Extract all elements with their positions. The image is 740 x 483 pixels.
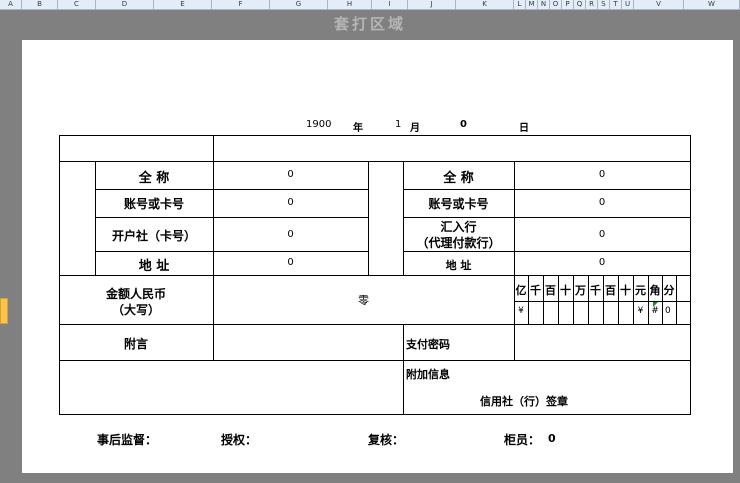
payer-name-value[interactable]: 0 bbox=[213, 169, 368, 180]
payment-password-label: 支付密码 bbox=[406, 338, 450, 351]
column-header[interactable]: R bbox=[586, 0, 598, 9]
column-header[interactable]: U bbox=[622, 0, 634, 9]
grid-line bbox=[95, 189, 368, 190]
column-header[interactable]: M bbox=[526, 0, 538, 9]
footer-authorize: 授权： bbox=[221, 433, 258, 447]
payee-bank-value[interactable]: 0 bbox=[514, 229, 690, 240]
amount-unit: 百 bbox=[605, 284, 616, 297]
grid-line bbox=[95, 251, 368, 252]
amount-unit: 分 bbox=[663, 284, 675, 297]
column-header[interactable]: V bbox=[634, 0, 684, 9]
grid-line bbox=[59, 161, 691, 162]
column-header[interactable]: E bbox=[154, 0, 212, 9]
payee-address-value[interactable]: 0 bbox=[514, 257, 690, 268]
amount-unit: 千 bbox=[530, 284, 541, 297]
date-year-label: 年 bbox=[353, 123, 363, 134]
column-header[interactable]: I bbox=[372, 0, 408, 9]
amount-in-words[interactable]: 零 bbox=[213, 292, 514, 308]
column-header[interactable]: N bbox=[538, 0, 550, 9]
amount-digit[interactable]: # bbox=[648, 306, 662, 316]
column-header[interactable]: D bbox=[96, 0, 154, 9]
payee-bank-label: 汇入行 bbox=[440, 220, 477, 234]
payer-bank-label: 开户社（卡号） bbox=[111, 229, 196, 243]
spreadsheet-window: A B C D E F G H I J K L M N O P Q R S T … bbox=[0, 0, 740, 483]
grid-line bbox=[59, 360, 691, 361]
amount-unit: 百 bbox=[545, 284, 556, 297]
amount-label: 金额人民币 bbox=[105, 287, 166, 301]
amount-unit: 千 bbox=[590, 284, 601, 297]
payer-bank-value[interactable]: 0 bbox=[213, 229, 368, 240]
column-header[interactable]: O bbox=[550, 0, 562, 9]
amount-unit: 十 bbox=[560, 284, 571, 297]
grid-line bbox=[676, 275, 677, 325]
grid-line bbox=[403, 324, 404, 415]
payer-name-label: 全 称 bbox=[138, 171, 170, 186]
footer-supervision: 事后监督： bbox=[97, 433, 158, 447]
amount-label-sub: （大写） bbox=[111, 303, 160, 317]
date-month-label: 月 bbox=[410, 123, 420, 134]
grid-line bbox=[514, 324, 515, 361]
amount-unit: 元 bbox=[635, 284, 646, 297]
form-border-bottom bbox=[59, 414, 691, 415]
form-border-top bbox=[59, 135, 691, 136]
payee-account-value[interactable]: 0 bbox=[514, 197, 690, 208]
grid-line bbox=[59, 275, 691, 276]
amount-unit: 亿 bbox=[515, 284, 527, 297]
payee-bank-label-sub: （代理付款行） bbox=[416, 236, 501, 250]
payee-account-label: 账号或卡号 bbox=[428, 197, 489, 211]
seal-label: 信用社（行）签章 bbox=[480, 395, 568, 408]
grid-line bbox=[95, 217, 368, 218]
additional-info-label: 附加信息 bbox=[406, 368, 450, 381]
remarks-label: 附言 bbox=[123, 337, 148, 351]
column-header[interactable]: T bbox=[610, 0, 622, 9]
grid-line bbox=[403, 189, 691, 190]
column-header[interactable]: Q bbox=[574, 0, 586, 9]
footer-review: 复核： bbox=[368, 433, 405, 447]
column-header[interactable]: P bbox=[562, 0, 574, 9]
amount-unit: 十 bbox=[620, 284, 631, 297]
date-day-label: 日 bbox=[519, 123, 529, 134]
payer-account-label: 账号或卡号 bbox=[123, 197, 184, 211]
footer-teller-value: 0 bbox=[548, 432, 556, 445]
amount-digit[interactable]: ¥ bbox=[514, 306, 528, 316]
payee-address-label: 地 址 bbox=[445, 259, 472, 272]
column-header[interactable]: K bbox=[456, 0, 514, 9]
print-area-watermark: 套打区域 bbox=[333, 15, 406, 33]
date-year: 1900 bbox=[306, 119, 332, 130]
grid-line bbox=[368, 161, 369, 276]
column-header[interactable]: F bbox=[212, 0, 270, 9]
remittance-form-page: 1900 年 1 月 0 日 全 称 0 账号或卡号 0 开户社（卡号） 0 地… bbox=[22, 40, 733, 473]
column-header[interactable]: S bbox=[598, 0, 610, 9]
grid-line bbox=[59, 324, 691, 325]
date-day: 0 bbox=[460, 119, 467, 130]
amount-unit: 万 bbox=[575, 284, 586, 297]
amount-digit[interactable]: 0 bbox=[665, 306, 691, 316]
grid-line bbox=[213, 135, 214, 162]
payer-account-value[interactable]: 0 bbox=[213, 197, 368, 208]
column-header[interactable]: A bbox=[0, 0, 22, 9]
payee-name-value[interactable]: 0 bbox=[514, 169, 690, 180]
column-header[interactable]: L bbox=[514, 0, 526, 9]
column-header[interactable]: B bbox=[22, 0, 58, 9]
grid-line bbox=[213, 275, 214, 361]
column-header[interactable]: G bbox=[270, 0, 328, 9]
column-header[interactable]: C bbox=[58, 0, 96, 9]
payee-name-label: 全 称 bbox=[443, 171, 474, 186]
column-header[interactable]: H bbox=[328, 0, 372, 9]
column-header[interactable]: J bbox=[408, 0, 456, 9]
amount-digit[interactable]: ¥ bbox=[633, 306, 648, 316]
grid-line bbox=[403, 251, 691, 252]
payer-address-label: 地 址 bbox=[138, 259, 170, 274]
amount-unit: 角 bbox=[649, 284, 661, 297]
date-month: 1 bbox=[395, 119, 402, 130]
row-selection-marker bbox=[0, 298, 8, 324]
column-header[interactable]: W bbox=[684, 0, 740, 9]
footer-teller-label: 柜员： bbox=[504, 433, 541, 447]
payer-address-value[interactable]: 0 bbox=[213, 257, 368, 268]
